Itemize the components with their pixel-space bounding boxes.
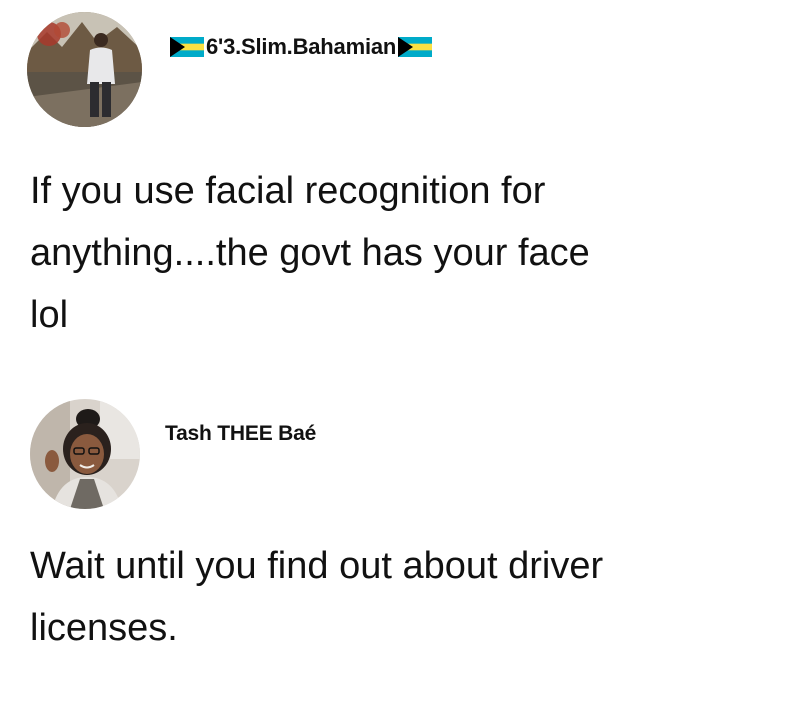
- bahamas-flag-icon: [170, 37, 204, 57]
- avatar-photo-icon: [30, 399, 140, 509]
- author-row: 6'3.Slim.Bahamian: [170, 29, 433, 65]
- avatar[interactable]: [27, 12, 142, 127]
- author-row: Tash THEE Baé: [165, 419, 316, 449]
- avatar-photo-icon: [27, 12, 142, 127]
- post-text: If you use facial recognition for anythi…: [30, 170, 590, 336]
- bahamas-flag-icon: [398, 37, 433, 57]
- author-name[interactable]: 6'3.Slim.Bahamian: [206, 34, 396, 60]
- avatar[interactable]: [30, 399, 140, 509]
- post-text: Wait until you find out about driver lic…: [30, 545, 604, 649]
- author-name[interactable]: Tash THEE Baé: [165, 422, 316, 446]
